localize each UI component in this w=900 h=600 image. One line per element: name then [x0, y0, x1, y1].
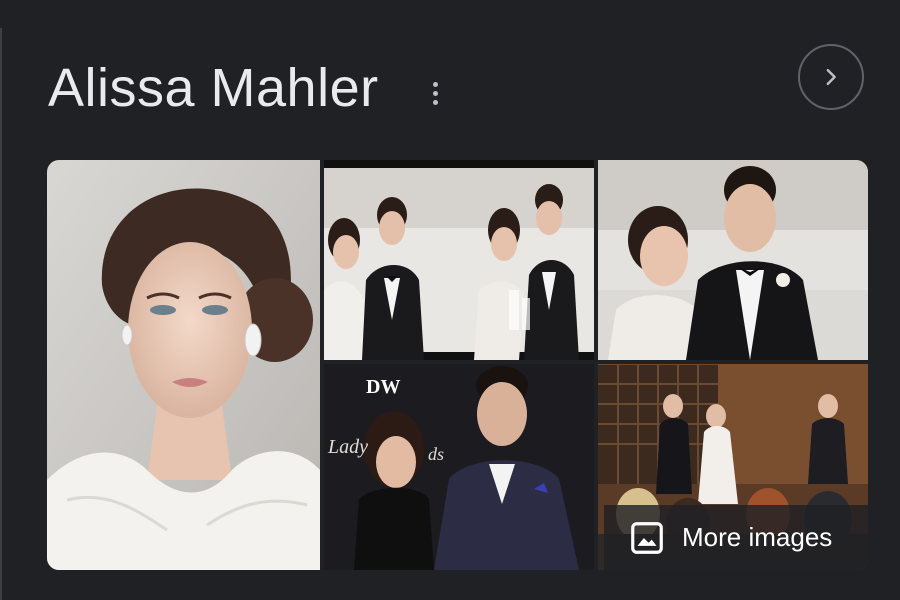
- left-divider: [0, 28, 2, 600]
- image-bride-portrait[interactable]: [47, 160, 320, 570]
- chevron-right-icon: [826, 68, 836, 86]
- bride-portrait-illustration: [47, 160, 320, 570]
- next-button[interactable]: [798, 44, 864, 110]
- image-couple-waterfront[interactable]: [598, 160, 868, 360]
- more-images-button[interactable]: More images: [604, 505, 868, 570]
- backdrop-text-lady: Lady: [328, 436, 368, 458]
- image-couple-red-carpet[interactable]: DW Lady ds: [324, 364, 594, 570]
- image-icon: [631, 521, 663, 554]
- image-couple-laughing[interactable]: [324, 160, 594, 360]
- more-images-label: More images: [682, 522, 833, 552]
- couple-waterfront-illustration: [598, 160, 868, 360]
- couple-red-carpet-illustration: [324, 364, 594, 570]
- page-title[interactable]: Alissa Mahler: [48, 56, 379, 120]
- backdrop-text-ds: ds: [428, 444, 445, 464]
- couple-laughing-illustration: [324, 160, 594, 360]
- logo-dw: DW: [366, 376, 401, 398]
- more-vert-icon[interactable]: [424, 78, 446, 108]
